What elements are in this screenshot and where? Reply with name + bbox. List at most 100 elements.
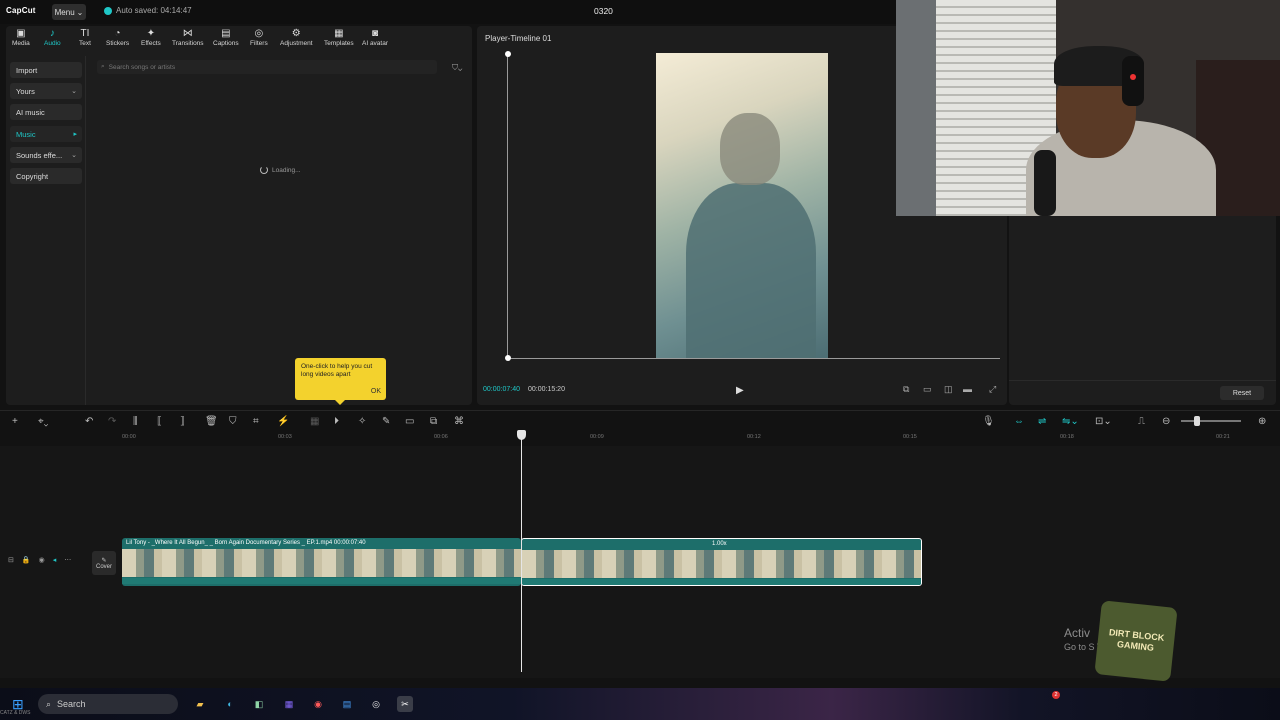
tooltip-ok-button[interactable]: OK [371, 388, 381, 396]
reset-button[interactable]: Reset [1220, 386, 1264, 400]
sidebar-item-music[interactable]: Music ▸ [10, 126, 82, 142]
microphone-icon[interactable]: 🎙 [982, 416, 995, 427]
cloud-check-icon [104, 6, 112, 15]
search-icon: ⌕ [101, 63, 105, 70]
zoom-slider[interactable] [1181, 420, 1241, 422]
teams-icon[interactable]: ▦ [281, 696, 297, 712]
link-icon[interactable]: ⇔ [1014, 416, 1024, 427]
video-frame [656, 53, 828, 358]
tab-audio[interactable]: ♪ Audio [44, 28, 61, 47]
track-lock-icon[interactable]: ⊟ [8, 556, 14, 564]
eye-icon[interactable]: ◉ [39, 556, 45, 564]
redo-icon[interactable]: ↷ [108, 416, 116, 427]
tab-label: Templates [324, 40, 354, 47]
fullscreen-icon[interactable]: ⤢ [989, 384, 996, 395]
tab-templates[interactable]: ▦ Templates [324, 28, 354, 47]
capcut-taskbar-icon[interactable]: ✂ [397, 696, 413, 712]
timeline-toolbar: + ⌖⌄ ↶ ↷ ⫼ ⟦ ⟧ 🗑 ⛉ ⌗ ⚡ ▦ ⏵ ✧ ✎ ▭ ⧉ ⌘ 🎙 ⇔… [0, 410, 1280, 432]
retouch-icon[interactable]: ✧ [358, 416, 366, 427]
crop-handle[interactable] [505, 355, 511, 361]
tab-stickers[interactable]: ◔ Stickers [106, 28, 129, 47]
playhead-line[interactable] [521, 432, 522, 672]
crop-icon[interactable]: ⧉ [903, 384, 909, 395]
auto-reframe-icon[interactable]: ⌘ [454, 416, 464, 427]
snapshot-icon[interactable]: ◫ [944, 384, 953, 395]
headset-led [1130, 74, 1136, 80]
snap-icon[interactable]: ⊡⌄ [1095, 416, 1112, 427]
playhead-handle[interactable] [517, 430, 526, 440]
track-header: ⊟ 🔒 ◉ ◂ ⋯ [8, 556, 71, 564]
magnet-icon[interactable]: ⇌ [1038, 416, 1046, 427]
tab-captions[interactable]: ▤ Captions [213, 28, 239, 47]
speed-icon[interactable]: ⏵ [334, 416, 339, 427]
split-icon[interactable]: ⫼ [133, 416, 138, 427]
freeze-icon[interactable]: ▦ [310, 416, 319, 427]
marker-icon[interactable]: ⛉ [229, 416, 237, 427]
video-clip[interactable]: Lil Tony - _Where It All Begun_ _ Born A… [122, 538, 521, 586]
tab-transitions[interactable]: ⋈ Transitions [172, 28, 204, 47]
zoom-slider-handle[interactable] [1194, 416, 1200, 426]
add-icon[interactable]: + [12, 416, 18, 427]
quality-icon[interactable]: ▭ [923, 384, 932, 395]
undo-icon[interactable]: ↶ [85, 416, 93, 427]
tab-ai-avatar[interactable]: ◙ AI avatar [362, 28, 388, 47]
split-scenes-icon[interactable]: ⚡ [277, 416, 289, 427]
autosave-text: Auto saved: 04:14:47 [116, 6, 192, 15]
loading-indicator: Loading... [260, 166, 301, 174]
resize-icon[interactable]: ⧉ [430, 416, 437, 427]
file-explorer-icon[interactable]: ▰ [192, 696, 208, 712]
magic-icon[interactable]: ✎ [382, 416, 390, 427]
time-ruler[interactable]: 00:00 00:03 00:06 00:09 00:12 00:15 00:1… [90, 432, 1280, 446]
preview-axis-icon[interactable]: ⇋⌄ [1062, 416, 1079, 427]
search-input[interactable]: ⌕ Search songs or artists [97, 60, 437, 74]
split-left-icon[interactable]: ⟦ [157, 416, 162, 427]
sidebar-item-sound-effects[interactable]: Sounds effe... ⌄ [10, 147, 82, 163]
frame-icon[interactable]: ▭ [405, 416, 414, 427]
filter-icon[interactable]: ⛉⌄ [452, 63, 462, 73]
sidebar-item-ai-music[interactable]: AI music [10, 104, 82, 120]
audio-icon[interactable]: ◂ [53, 556, 57, 564]
select-cursor-icon[interactable]: ⌖⌄ [38, 416, 48, 427]
tab-media[interactable]: ▣ Media [12, 28, 30, 47]
delete-icon[interactable]: 🗑 [205, 416, 218, 427]
sidebar-item-label: Music [16, 129, 36, 139]
taskbar-search[interactable]: ⌕ Search [38, 694, 178, 714]
divider [1009, 380, 1276, 381]
play-icon[interactable]: ▶ [736, 385, 744, 396]
ratio-icon[interactable]: ▬ [963, 384, 972, 394]
ruler-label: 00:09 [590, 434, 604, 440]
more-icon[interactable]: ⋯ [64, 556, 71, 564]
zoom-in-icon[interactable]: ⊕ [1258, 416, 1266, 427]
sidebar-item-yours[interactable]: Yours ⌄ [10, 83, 82, 99]
split-right-icon[interactable]: ⟧ [180, 416, 185, 427]
tab-label: Stickers [106, 40, 130, 47]
cover-button[interactable]: ✎ Cover [92, 551, 116, 575]
sidebar-item-import[interactable]: Import [10, 62, 82, 78]
tab-text[interactable]: TI Text [79, 28, 91, 47]
sidebar-item-label: Copyright [16, 171, 49, 181]
tab-adjustment[interactable]: ⚙ Adjustment [280, 28, 313, 47]
corner-text: CATZ & DWS [0, 710, 31, 716]
caption-icon[interactable]: ⎍ [1138, 416, 1145, 427]
split-scenes-tooltip: One-click to help you cut long videos ap… [295, 358, 386, 405]
obs-icon[interactable]: ◎ [368, 696, 384, 712]
lock-icon[interactable]: 🔒 [22, 556, 31, 564]
video-clip-selected[interactable]: 1.00x [521, 538, 922, 586]
microphone [1034, 150, 1056, 216]
sidebar-item-copyright[interactable]: Copyright [10, 168, 82, 184]
app-icon[interactable]: ◧ [251, 696, 267, 712]
ruler-label: 00:21 [1216, 434, 1230, 440]
tab-label: Transitions [172, 40, 204, 47]
chrome-icon[interactable]: ◉ [310, 696, 326, 712]
clip-thumbnails [122, 549, 521, 577]
zoom-out-icon[interactable]: ⊖ [1162, 416, 1170, 427]
crop-icon[interactable]: ⌗ [253, 416, 259, 427]
tab-filters[interactable]: ◎ Filters [250, 28, 268, 47]
properties-panel: Reset [1009, 216, 1276, 405]
cover-label: Cover [95, 563, 112, 570]
menu-button[interactable]: Menu ⌄ [52, 4, 86, 20]
tab-effects[interactable]: ✦ Effects [141, 28, 161, 47]
photos-icon[interactable]: ▤ [339, 696, 355, 712]
crop-handle[interactable] [505, 51, 511, 57]
edge-icon[interactable]: ◐ [222, 696, 238, 712]
